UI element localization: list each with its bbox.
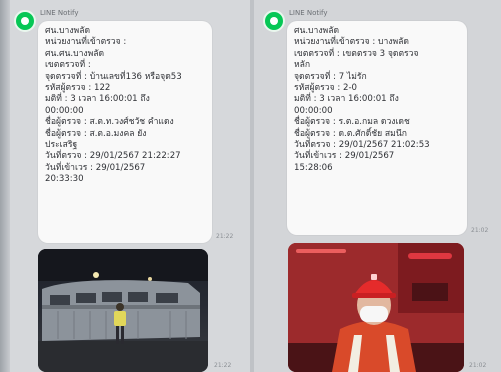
message-line: รหัสผู้ตรวจ : 2-0 — [294, 83, 358, 94]
message-line: วันที่ตรวจ : 29/01/2567 21:22:27 — [45, 151, 181, 162]
message-line: รหัสผู้ตรวจ : 122 — [45, 83, 111, 94]
message-line: 15:28:06 — [294, 162, 333, 173]
message-line: หน่วยงานที่เข้าตรวจ : บางพลัด — [294, 37, 410, 48]
message-bubble-right[interactable]: ศน.บางพลัด หน่วยงานที่เข้าตรวจ : บางพลัด… — [287, 21, 467, 235]
photo-timestamp: 21:22 — [214, 362, 232, 369]
previous-screen-edge — [0, 0, 10, 372]
message-line: จุดตรวจที่ : 7 ไม่รัก — [294, 71, 367, 82]
message-line: เขตตรวจที่ : เขตตรวจ 3 จุดตรวจ — [294, 48, 419, 59]
message-line: หลัก — [294, 60, 311, 71]
message-line: วันที่ตรวจ : 29/01/2567 21:02:53 — [294, 140, 430, 151]
message-line: ชื่อผู้ตรวจ : ส.ต.อ.มงคล ยัง — [45, 128, 147, 139]
message-line: ชื่อผู้ตรวจ : ส.ต.ท.วงศ์ชวัช คำแดง — [45, 117, 174, 128]
message-line: หน่วยงานที่เข้าตรวจ : — [45, 37, 127, 48]
photo-attachment-right[interactable] — [288, 243, 464, 372]
message-line: เขตตรวจที่ : — [45, 60, 91, 71]
message-timestamp: 21:02 — [471, 227, 489, 234]
message-bubble-left[interactable]: ศน.บางพลัด หน่วยงานที่เข้าตรวจ : ศน.ศน.บ… — [38, 21, 212, 243]
message-timestamp: 21:22 — [216, 233, 234, 240]
message-line: ชื่อผู้ตรวจ : ร.ต.อ.กมล ดวงเดช — [294, 117, 410, 128]
message-line: ศน.บางพลัด — [294, 26, 340, 36]
message-line: 00:00:00 — [45, 105, 84, 116]
message-line: วันที่เข้าเวร : 29/01/2567 — [294, 151, 395, 162]
photo-attachment-left[interactable] — [38, 249, 208, 372]
line-notify-avatar-icon[interactable] — [263, 10, 285, 32]
message-line: 00:00:00 — [294, 105, 333, 116]
message-line: มติที่ : 3 เวลา 16:00:01 ถึง — [294, 94, 399, 105]
photo-timestamp: 21:02 — [469, 362, 487, 369]
message-line: ชื่อผู้ตรวจ : ด.ต.ศักดิ์ชัย สมนึก — [294, 128, 407, 139]
message-line: ศน.ศน.บางพลัด — [45, 48, 105, 59]
sender-name: LINE Notify — [40, 9, 79, 17]
message-line: ศน.บางพลัด — [45, 26, 91, 36]
sender-name: LINE Notify — [289, 9, 328, 17]
message-line: วันที่เข้าเวร : 29/01/2567 — [45, 162, 146, 173]
line-notify-avatar-icon[interactable] — [14, 10, 36, 32]
message-line: มติที่ : 3 เวลา 16:00:01 ถึง — [45, 94, 150, 105]
message-line: 20:33:30 — [45, 174, 84, 185]
night-patrol-photo-icon — [38, 249, 208, 372]
message-line: ประเสริฐ — [45, 140, 78, 151]
officer-selfie-photo-icon — [288, 243, 464, 372]
message-line: จุดตรวจที่ : บ้านเลขที่136 หรือจุด53 — [45, 71, 182, 82]
